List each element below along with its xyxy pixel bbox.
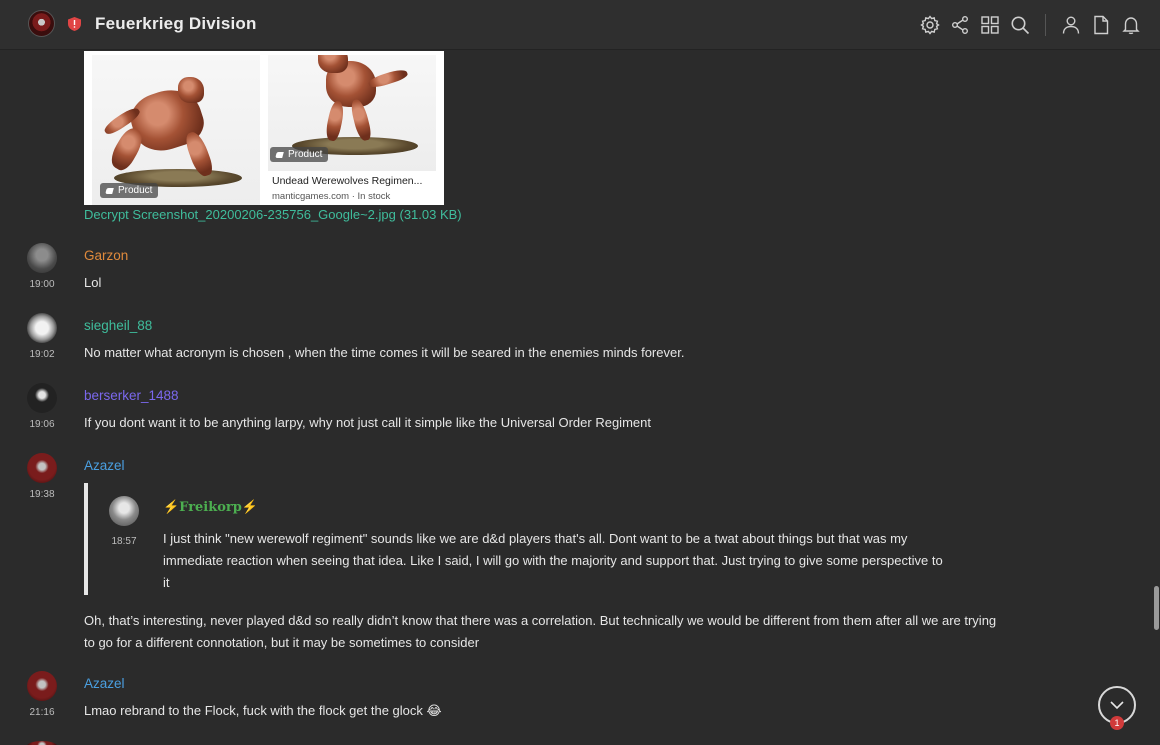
product-caption: Undead Werewolves Regimen... (272, 175, 423, 187)
settings-icon[interactable] (915, 12, 945, 38)
room-title[interactable]: Feuerkrieg Division (95, 14, 257, 34)
avatar[interactable] (27, 383, 57, 413)
sender-name[interactable]: Azazel (84, 458, 125, 473)
sender-name[interactable]: Azazel (84, 676, 125, 691)
share-icon[interactable] (945, 12, 975, 38)
avatar[interactable] (109, 496, 139, 526)
timestamp: 19:00 (29, 279, 55, 290)
shield-alert-icon (68, 17, 81, 31)
quoted-reply[interactable]: 18:57 ⚡Freikorp⚡ I just think "new werew… (84, 483, 964, 595)
unread-badge: 1 (1110, 716, 1124, 730)
avatar[interactable] (27, 313, 57, 343)
header-toolbar (915, 12, 1146, 38)
avatar[interactable] (27, 243, 57, 273)
product-thumbnail: Product (92, 55, 260, 205)
bell-icon[interactable] (1116, 12, 1146, 38)
message-body: Oh, that’s interesting, never played d&d… (84, 613, 997, 650)
message-body: If you dont want it to be anything larpy… (84, 415, 651, 430)
search-icon[interactable] (1005, 12, 1035, 38)
avatar[interactable] (27, 671, 57, 701)
sender-name[interactable]: siegheil_88 (84, 318, 152, 333)
file-download-link[interactable]: Decrypt Screenshot_20200206-235756_Googl… (84, 207, 462, 222)
timestamp: 18:57 (111, 536, 137, 547)
product-tag: Product (270, 147, 329, 162)
sender-name[interactable]: Garzon (84, 248, 128, 263)
user-icon[interactable] (1056, 12, 1086, 38)
message-body: Lol (84, 275, 102, 290)
apps-icon[interactable] (975, 12, 1005, 38)
chevron-down-icon (1110, 701, 1124, 710)
room-avatar[interactable] (28, 10, 55, 37)
scrollbar[interactable] (1154, 586, 1159, 630)
product-tag: Product (100, 183, 159, 198)
avatar[interactable] (27, 453, 57, 483)
file-icon[interactable] (1086, 12, 1116, 38)
timestamp: 21:16 (29, 707, 55, 718)
message-body: No matter what acronym is chosen , when … (84, 345, 685, 360)
message-timeline[interactable]: Product Product Undead Werewolves Regime… (0, 51, 1160, 745)
quoted-text: I just think "new werewolf regiment" sou… (163, 531, 943, 590)
message-body: Lmao rebrand to the Flock, fuck with the… (84, 703, 442, 718)
image-attachment[interactable]: Product Product Undead Werewolves Regime… (84, 51, 444, 205)
product-thumbnail: Product (268, 55, 436, 171)
room-header: Feuerkrieg Division (0, 0, 1160, 50)
toolbar-divider (1045, 14, 1046, 36)
timestamp: 19:38 (29, 489, 55, 500)
sender-name[interactable]: berserker_1488 (84, 388, 179, 403)
product-source: manticgames.com · In stock (272, 191, 391, 202)
timestamp: 19:02 (29, 349, 55, 360)
avatar[interactable] (27, 741, 57, 745)
sender-name[interactable]: ⚡Freikorp⚡ (163, 500, 258, 515)
timestamp: 19:06 (29, 419, 55, 430)
